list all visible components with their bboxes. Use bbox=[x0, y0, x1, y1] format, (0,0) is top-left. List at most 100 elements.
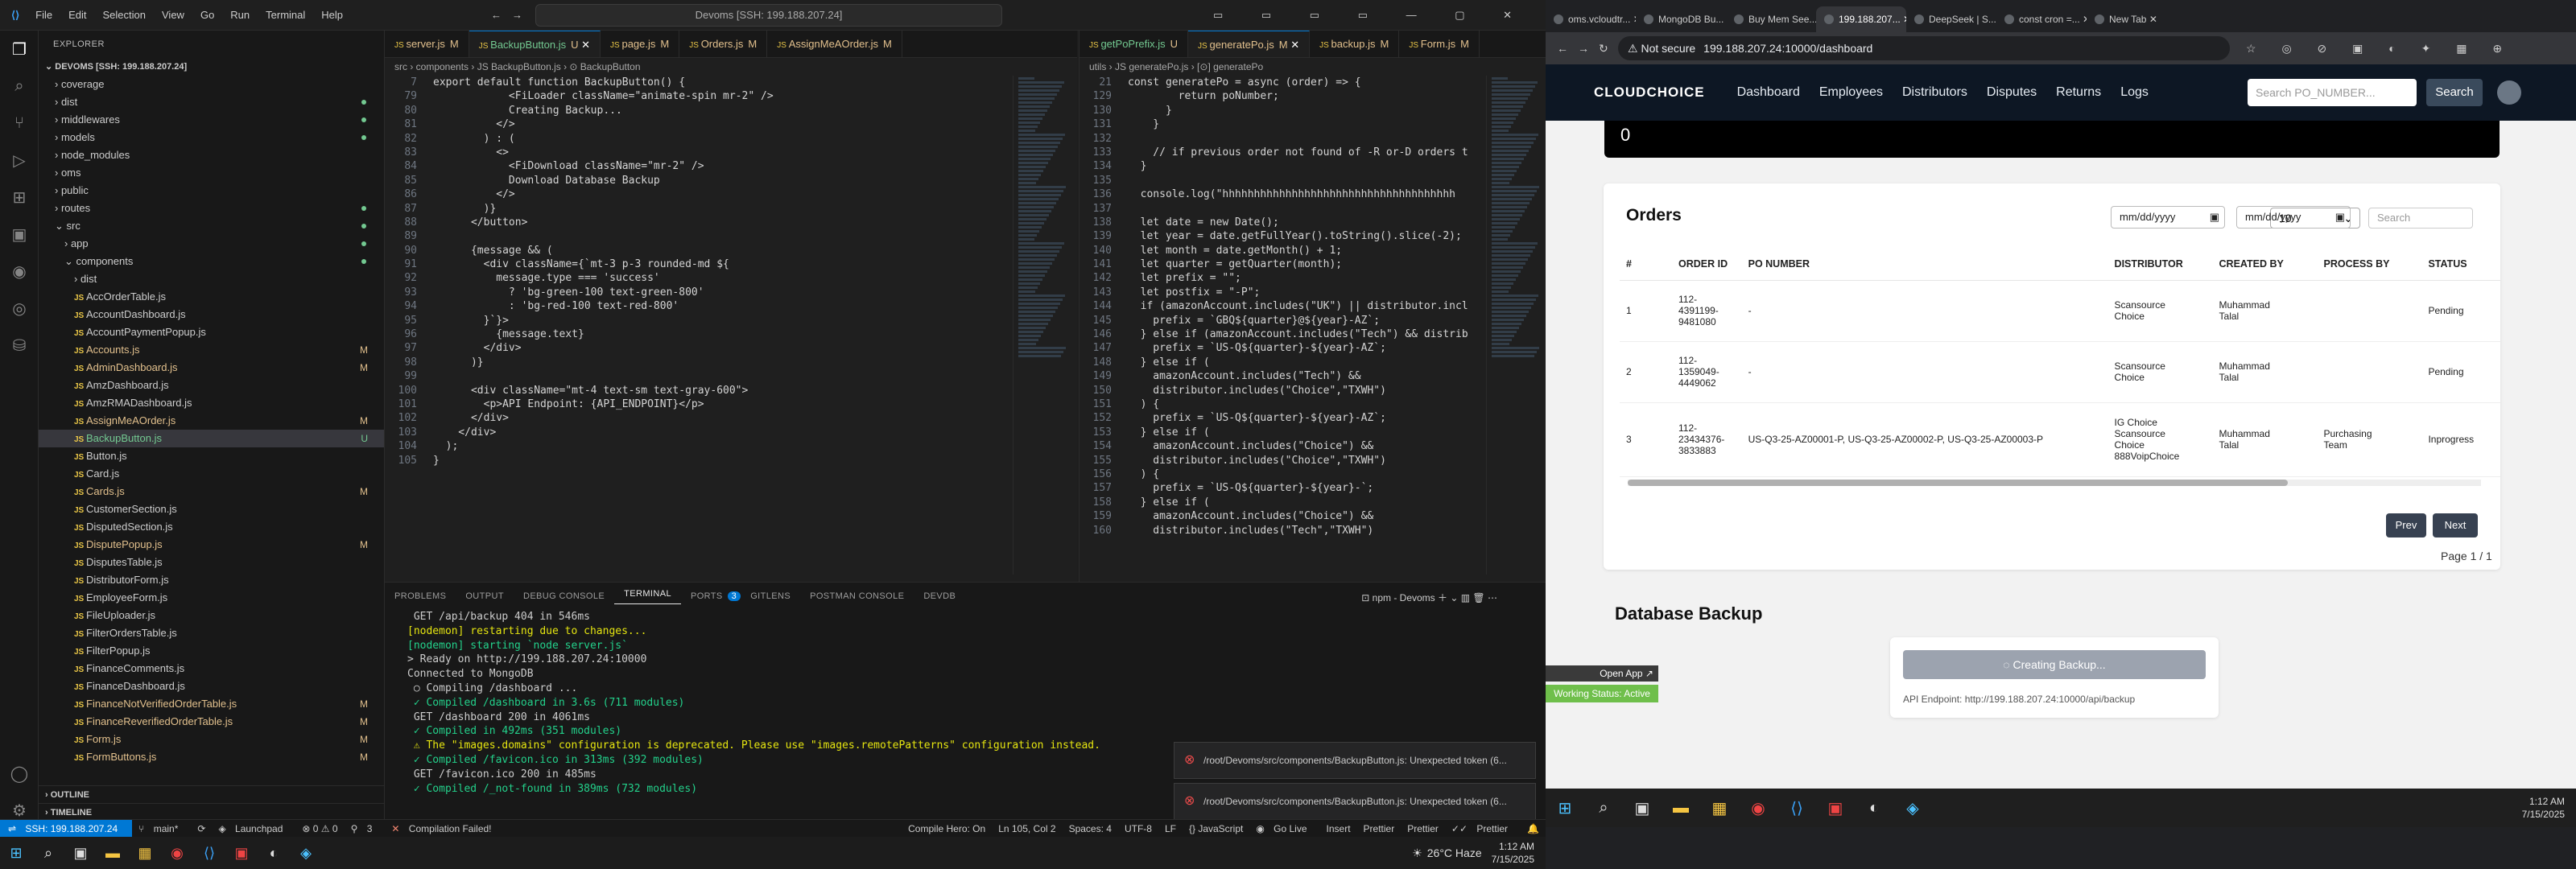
outline-section[interactable]: › OUTLINE bbox=[39, 785, 384, 803]
tree-item[interactable]: JS AmzDashboard.js bbox=[39, 377, 384, 394]
close-icon[interactable]: ✕ bbox=[579, 39, 590, 51]
tree-item[interactable]: JS AssignMeAOrder.js M bbox=[39, 412, 384, 430]
forward-icon[interactable]: → bbox=[1578, 42, 1589, 55]
clock-left[interactable]: 1:12 AM 7/15/2025 bbox=[1492, 840, 1546, 866]
store-icon[interactable]: ▦ bbox=[129, 837, 161, 869]
browser-tab[interactable]: 199.188.207... ✕ bbox=[1816, 6, 1906, 32]
editor-tab[interactable]: JS page.js M bbox=[601, 31, 680, 57]
windows-start-icon[interactable]: ⊞ bbox=[0, 837, 32, 869]
tree-item[interactable]: JS DisputedSection.js bbox=[39, 518, 384, 536]
editor-tab[interactable]: JS backup.js M bbox=[1310, 31, 1400, 57]
tree-item[interactable]: JS Accounts.js M bbox=[39, 341, 384, 359]
editor-tab[interactable]: JS Orders.js M bbox=[679, 31, 768, 57]
app-icon-3[interactable]: ◈ bbox=[290, 837, 322, 869]
column-header[interactable]: ORDER ID bbox=[1671, 248, 1742, 281]
app-icon-6[interactable]: ◈ bbox=[1893, 789, 1932, 827]
tree-item[interactable]: JS FinanceReverifiedOrderTable.js M bbox=[39, 713, 384, 731]
browser-tab[interactable]: New Tab ✕ bbox=[2087, 6, 2177, 32]
prettier-2[interactable]: Prettier bbox=[1401, 823, 1445, 834]
windows-start-icon-2[interactable]: ⊞ bbox=[1546, 789, 1584, 827]
orders-search-input[interactable]: Search bbox=[2368, 208, 2473, 229]
tree-item[interactable]: JS DistributorForm.js bbox=[39, 571, 384, 589]
window-controls[interactable]: ▭ ▭ ▭ ▭ — ▢ ✕ bbox=[1213, 9, 1530, 22]
tree-item[interactable]: JS AccOrderTable.js bbox=[39, 288, 384, 306]
browser-tab[interactable]: MongoDB Bu... ✕ bbox=[1636, 6, 1726, 32]
editor-tab[interactable]: JS BackupButton.js U ✕ bbox=[469, 31, 601, 57]
minimap-right[interactable] bbox=[1486, 76, 1542, 575]
cursor-position[interactable]: Ln 105, Col 2 bbox=[992, 823, 1062, 834]
column-header[interactable]: STATUS bbox=[2421, 248, 2500, 281]
end-date-input[interactable]: mm/dd/yyyy ▣ bbox=[2236, 206, 2351, 229]
weather-widget[interactable]: ☀ 26°C Haze bbox=[1412, 846, 1491, 860]
app-icon-5[interactable]: ◐ bbox=[1855, 789, 1893, 827]
horizontal-scrollbar[interactable] bbox=[1628, 480, 2481, 486]
browser-tab[interactable]: const cron =... ✕ bbox=[1996, 6, 2087, 32]
tree-item[interactable]: JS CustomerSection.js bbox=[39, 500, 384, 518]
close-icon[interactable]: ✕ bbox=[2146, 14, 2157, 25]
sync-icon[interactable]: ⟳ bbox=[191, 823, 212, 834]
back-icon[interactable]: ← bbox=[1557, 42, 1568, 55]
close-icon[interactable]: ✕ bbox=[1630, 14, 1636, 25]
tree-item[interactable]: JS FileUploader.js bbox=[39, 607, 384, 624]
table-row[interactable]: 1 112- 4391199- 9481080- Scansource Choice… bbox=[1620, 280, 2500, 342]
language-mode[interactable]: {} JavaScript bbox=[1183, 823, 1249, 834]
editor-tab[interactable]: JS server.js M bbox=[385, 31, 469, 57]
menu-view[interactable]: View bbox=[154, 9, 192, 21]
forward-arrow-icon[interactable]: → bbox=[512, 9, 522, 21]
tree-item[interactable]: JS FormButtons.js M bbox=[39, 748, 384, 766]
menu-selection[interactable]: Selection bbox=[95, 9, 154, 21]
task-view-icon[interactable]: ▣ bbox=[64, 837, 97, 869]
tree-item[interactable]: › middlewares bbox=[39, 111, 384, 129]
search-taskbar-icon[interactable]: ⌕ bbox=[32, 837, 64, 869]
search-taskbar-icon-2[interactable]: ⌕ bbox=[1584, 789, 1623, 827]
clock-right[interactable]: 1:12 AM 7/15/2025 bbox=[2522, 795, 2576, 821]
tree-item[interactable]: JS BackupButton.js U bbox=[39, 430, 384, 447]
store-icon-2[interactable]: ▦ bbox=[1700, 789, 1739, 827]
tree-item[interactable]: JS AmzRMADashboard.js bbox=[39, 394, 384, 412]
tree-item[interactable]: › public bbox=[39, 182, 384, 200]
tree-item[interactable]: JS AdminDashboard.js M bbox=[39, 359, 384, 377]
tree-item[interactable]: JS FinanceDashboard.js bbox=[39, 677, 384, 695]
prettier-3[interactable]: ✓✓ Prettier bbox=[1445, 823, 1521, 834]
indentation[interactable]: Spaces: 4 bbox=[1063, 823, 1118, 834]
panel-tab-gitlens[interactable]: GITLENS bbox=[741, 591, 800, 601]
breadcrumb-right[interactable]: utils › JS generatePo.js › [⊙] generateP… bbox=[1080, 58, 1546, 76]
chrome-icon[interactable]: ◉ bbox=[161, 837, 193, 869]
table-row[interactable]: 3 112- 23434376- 3833883 US-Q3-25-AZ00001-… bbox=[1620, 402, 2500, 477]
open-app-toast[interactable]: Open App ↗ bbox=[1546, 665, 1658, 682]
run-debug-icon[interactable]: ▷ bbox=[0, 142, 39, 179]
column-header[interactable]: CREATED BY bbox=[2212, 248, 2318, 281]
tree-item[interactable]: › node_modules bbox=[39, 146, 384, 164]
devdb-icon[interactable]: ⛁ bbox=[0, 327, 39, 364]
timeline-section[interactable]: › TIMELINE bbox=[39, 803, 384, 821]
tree-item[interactable]: › app bbox=[39, 235, 384, 253]
problems-indicator[interactable]: ⊗ 0 ⚠ 0 bbox=[295, 823, 344, 834]
tree-item[interactable]: › dist bbox=[39, 270, 384, 288]
workspace-root[interactable]: ⌄ DEVOMS [SSH: 199.188.207.24] bbox=[39, 58, 384, 76]
go-live[interactable]: ◉ Go Live bbox=[1249, 823, 1319, 834]
tree-item[interactable]: JS AccountPaymentPopup.js bbox=[39, 323, 384, 341]
breadcrumb-left[interactable]: src › components › JS BackupButton.js › … bbox=[385, 58, 1077, 76]
tree-item[interactable]: JS Form.js M bbox=[39, 731, 384, 748]
panel-tab-output[interactable]: OUTPUT bbox=[456, 591, 514, 601]
editor-tab[interactable]: JS AssignMeAOrder.js M bbox=[767, 31, 902, 57]
tree-item[interactable]: JS Card.js bbox=[39, 465, 384, 483]
column-header[interactable]: # bbox=[1620, 248, 1672, 281]
code-left[interactable]: 7 export default function BackupButton() … bbox=[385, 76, 1077, 467]
bell-icon[interactable]: 🔔 bbox=[1521, 823, 1546, 834]
address-bar[interactable]: ⚠ Not secure 199.188.207.24:10000/dashboa… bbox=[1618, 36, 2230, 60]
vscode-taskbar-icon[interactable]: ⟨⟩ bbox=[193, 837, 225, 869]
table-row[interactable]: 2 112- 1359049- 4449062- Scansource Choice… bbox=[1620, 341, 2500, 403]
column-header[interactable]: PO NUMBER bbox=[1741, 248, 2108, 281]
menu-run[interactable]: Run bbox=[222, 9, 258, 21]
nav-employees[interactable]: Employees bbox=[1819, 85, 1883, 100]
postman-icon[interactable]: ◎ bbox=[0, 290, 39, 327]
launchpad-item[interactable]: ◈ Launchpad bbox=[212, 823, 295, 834]
account-icon[interactable]: ◯ bbox=[0, 755, 39, 792]
editor-tab[interactable]: JS getPoPrefix.js U bbox=[1080, 31, 1189, 57]
tree-item[interactable]: › oms bbox=[39, 164, 384, 182]
browser-tab[interactable]: Buy Mem See... ✕ bbox=[1726, 6, 1816, 32]
close-icon[interactable]: ✕ bbox=[1901, 14, 1906, 25]
editor-tab[interactable]: JS Form.js M bbox=[1399, 31, 1480, 57]
editor-tab[interactable]: JS generatePo.js M ✕ bbox=[1188, 31, 1311, 57]
